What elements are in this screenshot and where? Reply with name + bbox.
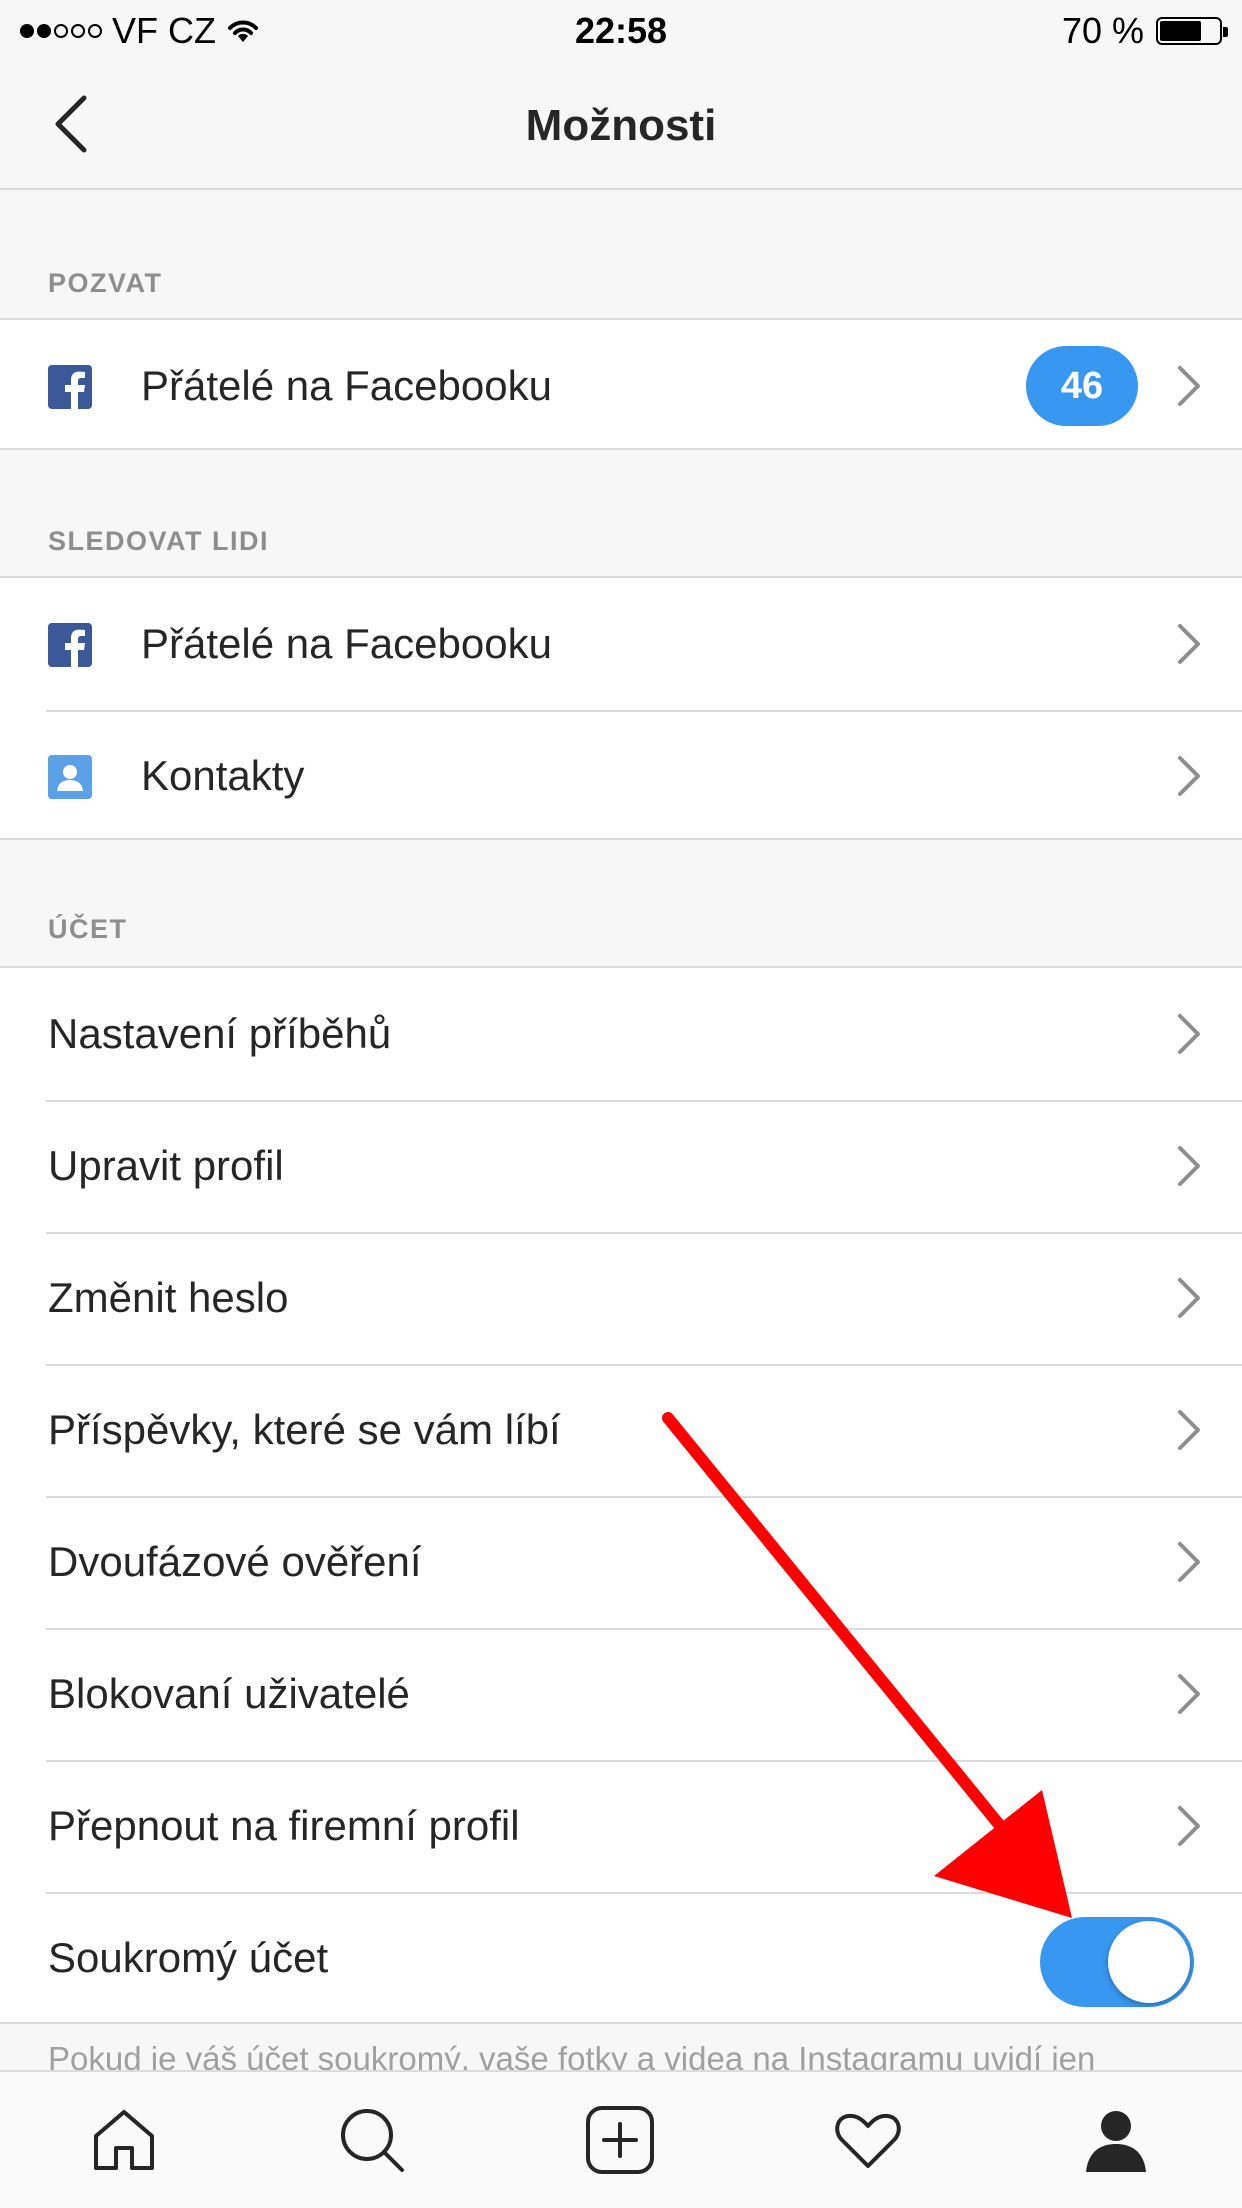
private-account-item: Soukromý účet: [0, 1892, 1242, 2024]
section-header-follow: SLEDOVAT LIDI: [48, 526, 269, 556]
profile-icon: [1086, 2111, 1146, 2172]
account-group: Nastavení příběhů Upravit profil Změnit …: [0, 966, 1242, 2024]
status-bar: VF CZ 22:58 70 %: [0, 0, 1242, 62]
chevron-right-icon: [1178, 1674, 1200, 1714]
page-title: Možnosti: [525, 101, 717, 150]
tab-search[interactable]: [332, 2100, 412, 2180]
section-header-account: ÚČET: [48, 914, 128, 944]
two-factor-item[interactable]: Dvoufázové ověření: [0, 1496, 1242, 1628]
follow-group: Přátelé na Facebooku Kontakty: [0, 576, 1242, 840]
edit-profile-label: Upravit profil: [48, 1142, 284, 1189]
follow-facebook-label: Přátelé na Facebooku: [141, 620, 552, 667]
tab-activity[interactable]: [828, 2100, 908, 2180]
status-right: 70 %: [1061, 6, 1228, 56]
search-icon: [341, 2109, 404, 2172]
toggle-knob: [1108, 1921, 1190, 2003]
business-profile-label: Přepnout na firemní profil: [48, 1802, 520, 1849]
tab-bar: [0, 2070, 1242, 2208]
tab-home[interactable]: [84, 2100, 164, 2180]
contact-icon: [48, 755, 92, 799]
chevron-right-icon: [1178, 366, 1200, 406]
status-time: 22:58: [574, 10, 668, 51]
edit-profile-item[interactable]: Upravit profil: [0, 1100, 1242, 1232]
facebook-icon: [48, 365, 92, 409]
blocked-users-label: Blokovaní uživatelé: [48, 1670, 410, 1717]
chevron-right-icon: [1178, 1410, 1200, 1450]
section-header-invite: POZVAT: [48, 268, 163, 298]
private-account-label: Soukromý účet: [48, 1934, 329, 1981]
liked-posts-item[interactable]: Příspěvky, které se vám líbí: [0, 1364, 1242, 1496]
chevron-right-icon: [1178, 756, 1200, 796]
blocked-users-item[interactable]: Blokovaní uživatelé: [0, 1628, 1242, 1760]
chevron-right-icon: [1178, 1278, 1200, 1318]
heart-icon: [835, 2113, 901, 2168]
business-profile-item[interactable]: Přepnout na firemní profil: [0, 1760, 1242, 1892]
tab-profile[interactable]: [1076, 2100, 1156, 2180]
story-settings-label: Nastavení příběhů: [48, 1010, 392, 1057]
liked-posts-label: Příspěvky, které se vám líbí: [48, 1406, 561, 1453]
contacts-label: Kontakty: [141, 752, 305, 799]
chevron-right-icon: [1178, 1014, 1200, 1054]
story-settings-item[interactable]: Nastavení příběhů: [0, 968, 1242, 1100]
follow-contacts[interactable]: Kontakty: [0, 710, 1242, 842]
battery-percent: 70 %: [1061, 10, 1144, 51]
battery-icon: [1156, 17, 1228, 45]
chevron-right-icon: [1178, 1146, 1200, 1186]
home-icon: [94, 2110, 154, 2170]
chevron-right-icon: [1178, 624, 1200, 664]
tab-new-post[interactable]: [580, 2100, 660, 2180]
invite-group: Přátelé na Facebooku 46: [0, 318, 1242, 450]
add-icon: [586, 2106, 654, 2174]
two-factor-label: Dvoufázové ověření: [48, 1538, 422, 1585]
change-password-item[interactable]: Změnit heslo: [0, 1232, 1242, 1364]
count-badge: 46: [1026, 346, 1138, 426]
chevron-right-icon: [1178, 1806, 1200, 1846]
private-account-toggle[interactable]: [1040, 1917, 1194, 2007]
invite-facebook-friends[interactable]: Přátelé na Facebooku 46: [0, 320, 1242, 452]
invite-facebook-label: Přátelé na Facebooku: [141, 362, 552, 409]
facebook-icon: [48, 623, 92, 667]
change-password-label: Změnit heslo: [48, 1274, 289, 1321]
navigation-bar: Možnosti: [0, 62, 1242, 190]
chevron-right-icon: [1178, 1542, 1200, 1582]
follow-facebook-friends[interactable]: Přátelé na Facebooku: [0, 578, 1242, 710]
